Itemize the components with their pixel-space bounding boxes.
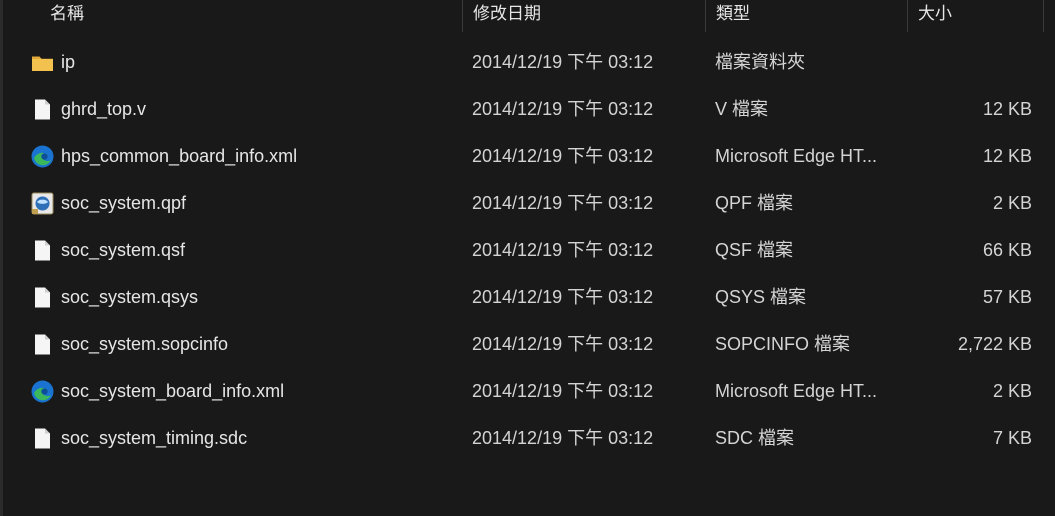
- file-row[interactable]: soc_system.qsys 2014/12/19 下午 03:12 QSYS 檔…: [0, 274, 1055, 321]
- file-name: ghrd_top.v: [61, 99, 147, 119]
- file-name: hps_common_board_info.xml: [61, 146, 298, 166]
- edge-icon: [30, 379, 55, 404]
- file-size: 2 KB: [992, 381, 1032, 401]
- file-icon: [30, 426, 55, 451]
- file-modified-date: 2014/12/19 下午 03:12: [472, 193, 654, 213]
- column-separator[interactable]: [462, 0, 463, 32]
- file-row[interactable]: ip 2014/12/19 下午 03:12 檔案資料夾: [0, 39, 1055, 86]
- file-modified-date: 2014/12/19 下午 03:12: [472, 381, 654, 401]
- file-type: QSF 檔案: [715, 240, 794, 260]
- file-modified-date: 2014/12/19 下午 03:12: [472, 52, 654, 72]
- file-row[interactable]: soc_system_board_info.xml 2014/12/19 下午 0…: [0, 368, 1055, 415]
- file-name: soc_system_timing.sdc: [61, 428, 248, 448]
- file-modified-date: 2014/12/19 下午 03:12: [472, 240, 654, 260]
- file-name: soc_system.sopcinfo: [61, 334, 229, 354]
- file-modified-date: 2014/12/19 下午 03:12: [472, 287, 654, 307]
- column-header-row: 名稱 修改日期 類型 大小: [0, 0, 1055, 32]
- folder-icon: [30, 50, 55, 75]
- file-name: soc_system_board_info.xml: [61, 381, 285, 401]
- file-icon: [30, 97, 55, 122]
- file-icon: [30, 285, 55, 310]
- file-icon: [30, 332, 55, 357]
- file-row[interactable]: soc_system.qpf 2014/12/19 下午 03:12 QPF 檔案 2…: [0, 180, 1055, 227]
- column-separator[interactable]: [907, 0, 908, 32]
- file-type: QSYS 檔案: [715, 287, 807, 307]
- column-header-size[interactable]: 大小: [918, 0, 1038, 32]
- file-explorer-list: 名稱 修改日期 類型 大小 ip 2014/12/19 下午 03:12 檔案資料夾…: [0, 0, 1055, 516]
- file-row[interactable]: hps_common_board_info.xml 2014/12/19 下午 0…: [0, 133, 1055, 180]
- file-size: 12 KB: [982, 99, 1032, 119]
- file-list: ip 2014/12/19 下午 03:12 檔案資料夾 ghrd_top.v 2014…: [0, 39, 1055, 462]
- file-type: V 檔案: [715, 99, 769, 119]
- file-type: SDC 檔案: [715, 428, 795, 448]
- file-name: ip: [61, 52, 76, 72]
- column-header-date[interactable]: 修改日期: [473, 0, 698, 32]
- file-size: 12 KB: [982, 146, 1032, 166]
- column-header-type[interactable]: 類型: [716, 0, 896, 32]
- file-size: [900, 39, 1032, 86]
- quartus-project-icon: [30, 191, 55, 216]
- file-size: 57 KB: [982, 287, 1032, 307]
- file-modified-date: 2014/12/19 下午 03:12: [472, 146, 654, 166]
- file-name: soc_system.qpf: [61, 193, 187, 213]
- file-row[interactable]: soc_system.sopcinfo 2014/12/19 下午 03:12 SO…: [0, 321, 1055, 368]
- file-row[interactable]: ghrd_top.v 2014/12/19 下午 03:12 V 檔案 12 KB: [0, 86, 1055, 133]
- file-row[interactable]: soc_system.qsf 2014/12/19 下午 03:12 QSF 檔案 6…: [0, 227, 1055, 274]
- file-name: soc_system.qsys: [61, 287, 199, 307]
- file-name: soc_system.qsf: [61, 240, 186, 260]
- column-header-name[interactable]: 名稱: [50, 0, 450, 32]
- file-size: 66 KB: [982, 240, 1032, 260]
- file-modified-date: 2014/12/19 下午 03:12: [472, 334, 654, 354]
- column-separator[interactable]: [1043, 0, 1044, 32]
- file-icon: [30, 238, 55, 263]
- file-type: SOPCINFO 檔案: [715, 334, 851, 354]
- file-modified-date: 2014/12/19 下午 03:12: [472, 428, 654, 448]
- edge-icon: [30, 144, 55, 169]
- file-size: 7 KB: [992, 428, 1032, 448]
- column-separator[interactable]: [705, 0, 706, 32]
- file-modified-date: 2014/12/19 下午 03:12: [472, 99, 654, 119]
- file-type: Microsoft Edge HT...: [715, 146, 878, 166]
- file-row[interactable]: soc_system_timing.sdc 2014/12/19 下午 03:12…: [0, 415, 1055, 462]
- file-type: QPF 檔案: [715, 193, 794, 213]
- file-size: 2,722 KB: [957, 334, 1032, 354]
- file-type: Microsoft Edge HT...: [715, 381, 878, 401]
- file-type: 檔案資料夾: [715, 52, 805, 72]
- file-size: 2 KB: [992, 193, 1032, 213]
